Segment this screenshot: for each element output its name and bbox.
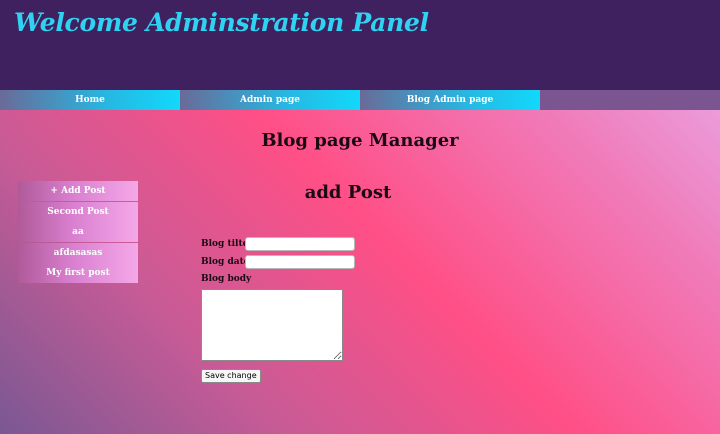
blog-title-label: Blog tilte <box>201 239 249 249</box>
sidebar-item-second-post[interactable]: Second Post <box>18 201 138 222</box>
nav-item-home[interactable]: Home <box>0 90 180 110</box>
sidebar-item-my-first-post[interactable]: My first post <box>18 263 138 283</box>
site-title: Welcome Adminstration Panel <box>14 8 429 37</box>
nav-item-admin-page[interactable]: Admin page <box>180 90 360 110</box>
page-heading: Blog page Manager <box>261 130 459 151</box>
main-navbar: Home Admin page Blog Admin page <box>0 90 720 110</box>
post-sidebar: + Add Post Second Post aa afdasasas My f… <box>18 181 138 284</box>
sidebar-item-aa[interactable]: aa <box>18 222 138 242</box>
sidebar-item-add-post[interactable]: + Add Post <box>18 181 138 201</box>
blog-body-label: Blog body <box>201 274 252 284</box>
blog-date-input[interactable] <box>245 255 355 269</box>
sidebar-item-afdasasas[interactable]: afdasasas <box>18 242 138 263</box>
blog-title-input[interactable] <box>245 237 355 251</box>
header-bar: Welcome Adminstration Panel <box>0 0 720 90</box>
save-change-button[interactable]: Save change <box>201 369 261 383</box>
section-heading: add Post <box>304 182 392 203</box>
blog-body-textarea[interactable] <box>201 289 343 361</box>
blog-date-label: Blog date <box>201 257 250 267</box>
nav-item-blog-admin-page[interactable]: Blog Admin page <box>360 90 540 110</box>
